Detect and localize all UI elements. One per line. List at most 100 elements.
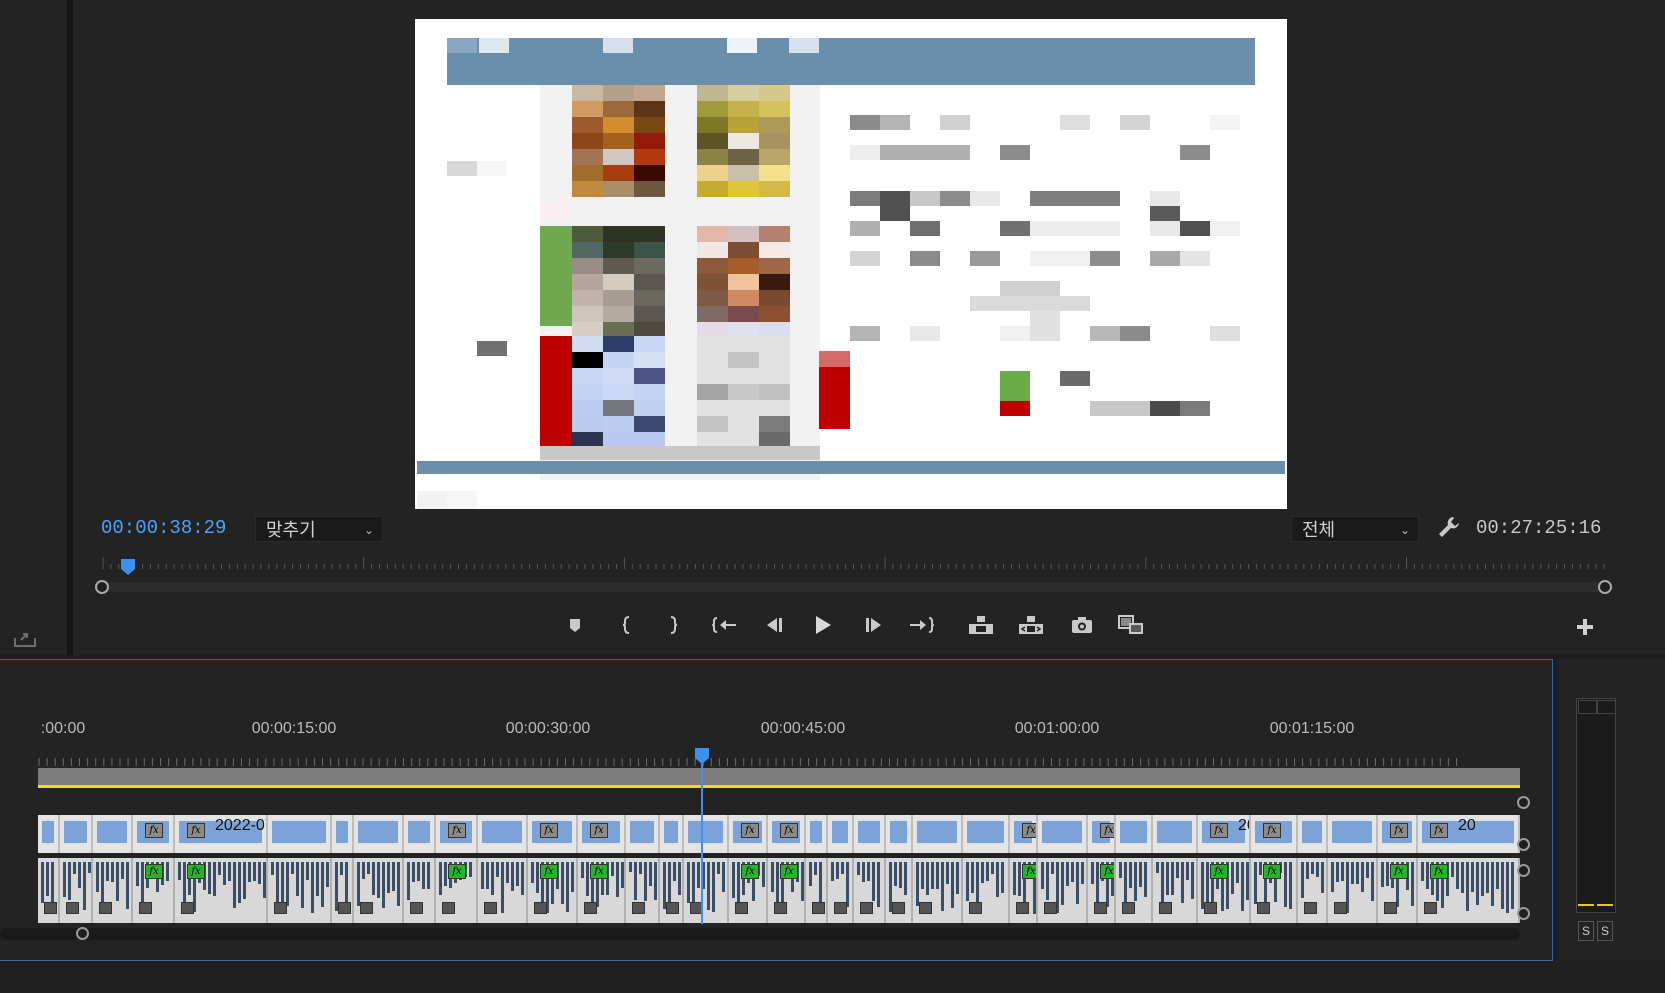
video-clip[interactable] <box>60 815 93 853</box>
scrollbar-left-handle[interactable] <box>95 580 109 594</box>
extract-button[interactable] <box>1016 610 1046 640</box>
audio-clip[interactable] <box>660 858 684 923</box>
video-clip[interactable] <box>963 815 1010 853</box>
fx-badge-icon[interactable]: fx <box>1022 823 1036 838</box>
video-clip[interactable] <box>886 815 913 853</box>
video-clip[interactable]: fx 2022 <box>1198 815 1251 853</box>
video-clip[interactable] <box>684 815 729 853</box>
fx-badge-icon[interactable]: fx <box>1100 823 1114 838</box>
current-timecode[interactable]: 00:00:38:29 <box>101 517 226 539</box>
playback-resolution-dropdown[interactable]: 전체 ⌄ <box>1291 516 1419 542</box>
audio-clip[interactable] <box>1298 858 1328 923</box>
video-clip[interactable]: fx <box>768 815 806 853</box>
monitor-time-ruler[interactable] <box>93 555 1605 580</box>
fx-badge-icon[interactable]: fx <box>1390 864 1408 879</box>
video-clip[interactable]: fx <box>578 815 626 853</box>
go-to-out-button[interactable] <box>906 610 936 640</box>
audio-clip[interactable] <box>626 858 660 923</box>
fx-badge-icon[interactable]: fx <box>448 823 466 838</box>
solo-left-button[interactable]: S <box>1578 921 1594 941</box>
go-to-in-button[interactable] <box>710 610 740 640</box>
audio-clip[interactable] <box>828 858 854 923</box>
video-clip[interactable] <box>268 815 332 853</box>
video-clip[interactable] <box>854 815 886 853</box>
video-clip[interactable] <box>626 815 660 853</box>
video-clip[interactable] <box>828 815 854 853</box>
video-clip[interactable] <box>478 815 528 853</box>
video-clip[interactable] <box>1116 815 1153 853</box>
video-clip[interactable]: fx 2022-07 <box>175 815 268 853</box>
audio-clip[interactable] <box>38 858 60 923</box>
fx-badge-icon[interactable]: fx <box>1263 864 1281 879</box>
monitor-playhead-marker[interactable] <box>119 558 137 576</box>
audio-clip[interactable]: fx <box>528 858 578 923</box>
fx-badge-icon[interactable]: fx <box>1430 864 1448 879</box>
fx-badge-icon[interactable]: fx <box>780 864 798 879</box>
audio-clip[interactable] <box>60 858 93 923</box>
fx-badge-icon[interactable]: fx <box>741 823 759 838</box>
video-clip[interactable]: fx <box>528 815 578 853</box>
video-clip[interactable]: fx <box>729 815 768 853</box>
video-clip[interactable] <box>660 815 684 853</box>
export-icon[interactable] <box>13 630 37 648</box>
audio-clip[interactable]: fx <box>1418 858 1520 923</box>
audio-clip[interactable]: fx <box>436 858 478 923</box>
step-forward-button[interactable] <box>858 610 888 640</box>
audio-clip[interactable]: fx <box>175 858 268 923</box>
mark-out-button[interactable] <box>658 610 688 640</box>
video-clip[interactable]: fx <box>133 815 175 853</box>
track-height-handle[interactable] <box>1517 796 1530 809</box>
add-button-customize[interactable] <box>1572 614 1598 640</box>
video-clip[interactable] <box>806 815 828 853</box>
audio-clip[interactable]: fx <box>1198 858 1251 923</box>
timeline-playhead[interactable] <box>693 747 711 765</box>
fx-badge-icon[interactable]: fx <box>1430 823 1448 838</box>
audio-clip[interactable] <box>478 858 528 923</box>
add-marker-button[interactable] <box>560 610 590 640</box>
monitor-zoom-scrollbar[interactable] <box>101 582 1603 592</box>
fx-badge-icon[interactable]: fx <box>540 864 558 879</box>
video-clip[interactable]: fx <box>1378 815 1418 853</box>
fx-badge-icon[interactable]: fx <box>187 823 205 838</box>
scrollbar-left-handle[interactable] <box>76 927 89 940</box>
audio-clip[interactable]: fx <box>1378 858 1418 923</box>
track-height-handle[interactable] <box>1517 838 1530 851</box>
video-clip[interactable] <box>1298 815 1328 853</box>
audio-clip[interactable] <box>332 858 354 923</box>
mark-in-button[interactable] <box>612 610 642 640</box>
step-back-button[interactable] <box>760 610 790 640</box>
fx-badge-icon[interactable]: fx <box>448 864 466 879</box>
video-clip[interactable] <box>913 815 963 853</box>
fx-badge-icon[interactable]: fx <box>145 864 163 879</box>
audio-clip[interactable] <box>886 858 913 923</box>
audio-clip[interactable]: fx <box>578 858 626 923</box>
scrollbar-right-handle[interactable] <box>1598 580 1612 594</box>
audio-clip[interactable] <box>963 858 1010 923</box>
fx-badge-icon[interactable]: fx <box>145 823 163 838</box>
timeline-playhead-line[interactable] <box>701 752 703 924</box>
fx-badge-icon[interactable]: fx <box>780 823 798 838</box>
video-clip[interactable] <box>1153 815 1198 853</box>
video-clip[interactable] <box>1038 815 1088 853</box>
audio-clip[interactable]: fx <box>768 858 806 923</box>
fx-badge-icon[interactable]: fx <box>1022 864 1036 879</box>
video-clip[interactable] <box>1328 815 1378 853</box>
audio-clip[interactable]: fx <box>729 858 768 923</box>
audio-clip[interactable] <box>684 858 729 923</box>
audio-clip[interactable] <box>93 858 133 923</box>
comparison-view-button[interactable] <box>1116 610 1146 640</box>
timeline-horizontal-scrollbar[interactable] <box>0 928 1520 940</box>
fx-badge-icon[interactable]: fx <box>741 864 759 879</box>
audio-clip[interactable]: fx <box>1088 858 1116 923</box>
audio-clip[interactable] <box>913 858 963 923</box>
fx-badge-icon[interactable]: fx <box>187 864 205 879</box>
audio-clip[interactable]: fx <box>1010 858 1038 923</box>
lift-button[interactable] <box>966 610 996 640</box>
audio-clip[interactable] <box>404 858 436 923</box>
video-clip[interactable] <box>93 815 133 853</box>
video-clip[interactable]: fx 20 <box>1418 815 1520 853</box>
fx-badge-icon[interactable]: fx <box>1210 864 1228 879</box>
export-frame-button[interactable] <box>1067 610 1097 640</box>
audio-clip[interactable] <box>354 858 404 923</box>
video-clip[interactable]: fx <box>1088 815 1116 853</box>
